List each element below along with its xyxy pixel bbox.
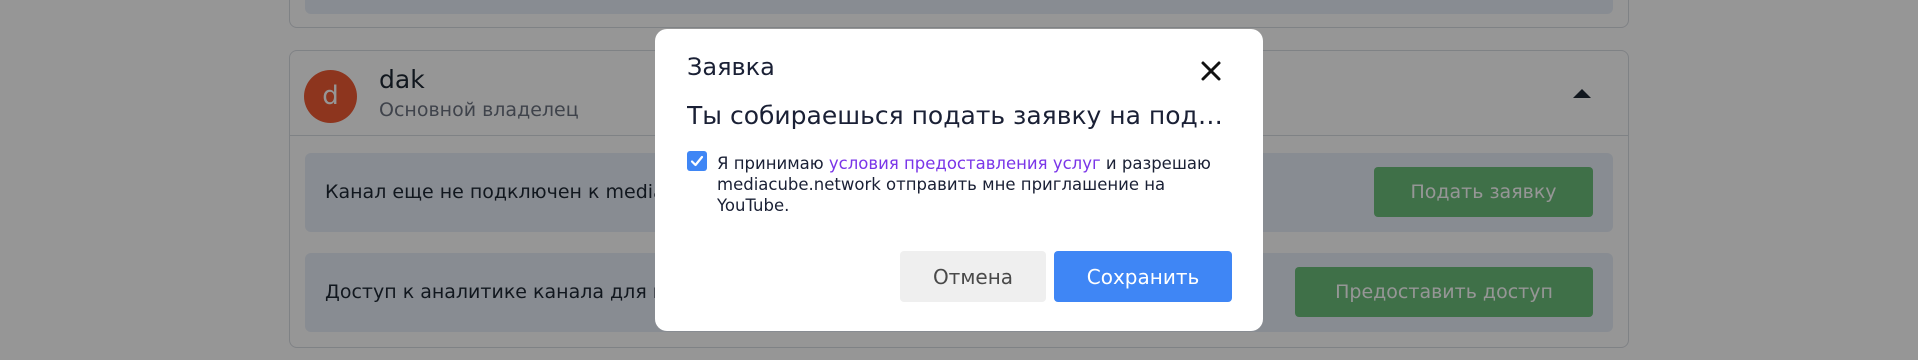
consent-checkbox[interactable] [687,151,707,171]
close-button[interactable] [1200,60,1222,82]
page: d dak Основной владелец Канал еще не под… [0,0,1918,360]
save-button[interactable]: Сохранить [1054,251,1232,302]
close-icon [1201,61,1221,81]
consent-text: Я принимаю условия предоставления услуг … [717,153,1232,216]
modal-title: Заявка [687,53,775,81]
application-modal: Заявка Ты собираешься подать заявку на п… [655,29,1263,331]
consent-text-before: Я принимаю [717,154,829,173]
modal-subtitle: Ты собираешься подать заявку на подключе… [687,101,1232,130]
cancel-button[interactable]: Отмена [900,251,1046,302]
terms-link[interactable]: условия предоставления услуг [829,154,1101,173]
check-icon [690,155,704,167]
